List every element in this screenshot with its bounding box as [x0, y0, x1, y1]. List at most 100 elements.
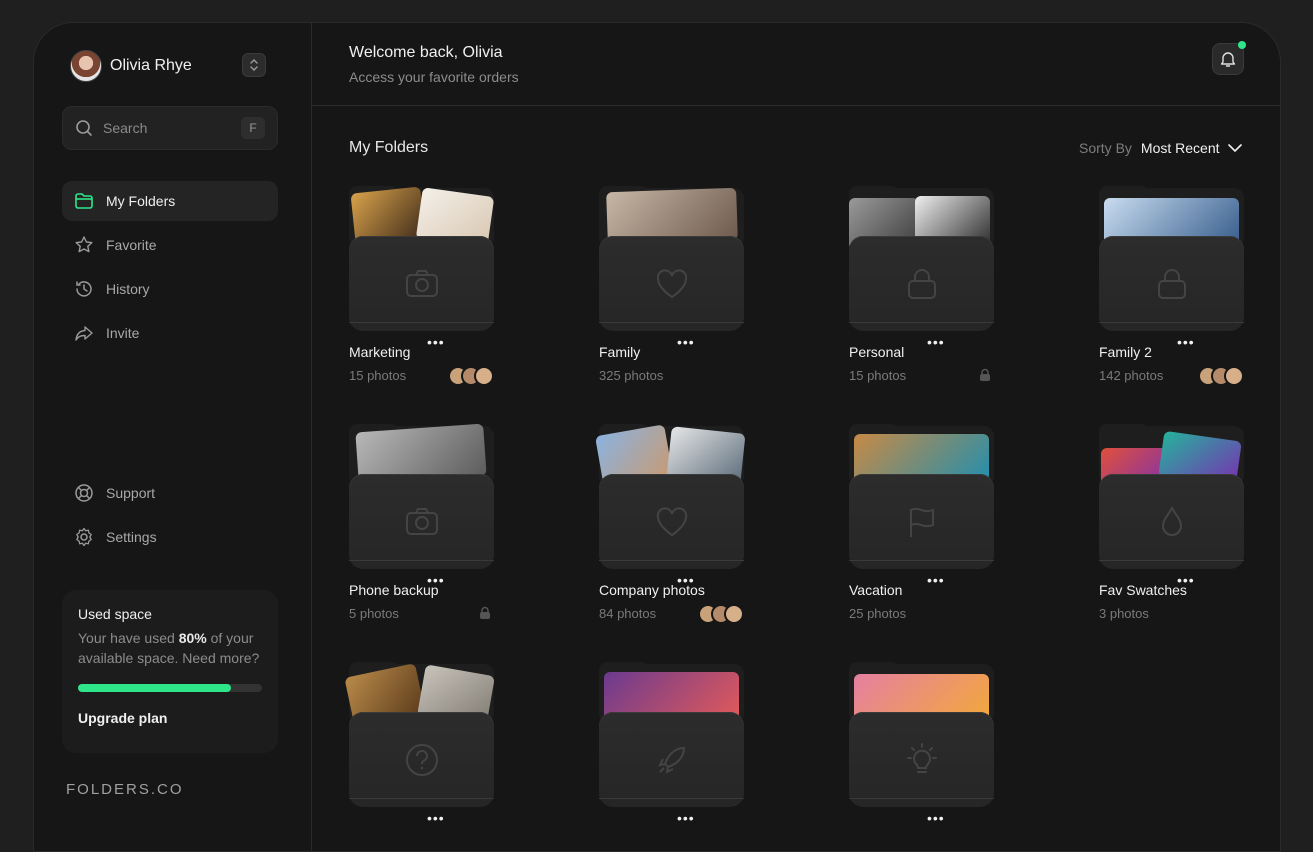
- folder-front: [599, 712, 744, 807]
- sidebar-item-label: My Folders: [106, 193, 176, 209]
- page-title: Welcome back, Olivia: [349, 44, 503, 61]
- camera-icon: [405, 269, 438, 297]
- folder-photo-count: 5 photos: [349, 606, 399, 621]
- folder-photo-count: 84 photos: [599, 606, 657, 621]
- shared-avatars: [1198, 366, 1244, 386]
- folder-photo-count: 325 photos: [599, 368, 664, 383]
- sidebar-item-label: Settings: [106, 529, 157, 545]
- search-shortcut-key: F: [241, 117, 265, 139]
- heart-icon: [656, 506, 687, 536]
- lock-icon: [980, 368, 990, 381]
- user-profile[interactable]: Olivia Rhye: [70, 50, 192, 82]
- shared-avatars: [698, 604, 744, 624]
- folder-card[interactable]: Phone backup ••• 5 photos: [349, 423, 494, 621]
- search-placeholder: Search: [103, 120, 148, 136]
- sidebar-item-label: Favorite: [106, 237, 157, 253]
- shared-avatars: [448, 366, 494, 386]
- sidebar-item-my-folders[interactable]: My Folders: [62, 181, 278, 221]
- primary-nav: My Folders Favorite History Invite: [62, 181, 278, 357]
- upgrade-plan-button[interactable]: Upgrade plan: [78, 710, 262, 726]
- sidebar-item-label: Invite: [106, 325, 140, 341]
- storage-title: Used space: [78, 606, 152, 622]
- folder-card[interactable]: •••: [849, 662, 994, 844]
- lock-icon: [480, 606, 490, 619]
- storage-percent: 80%: [178, 630, 207, 646]
- folder-photo-count: 142 photos: [1099, 368, 1164, 383]
- avatar: [1224, 366, 1244, 386]
- search-input[interactable]: Search F: [62, 106, 278, 150]
- more-options-button[interactable]: •••: [1177, 334, 1195, 350]
- storage-card: Used space Your have used 80% of your av…: [62, 590, 278, 753]
- sidebar-item-label: History: [106, 281, 150, 297]
- more-options-button[interactable]: •••: [677, 334, 695, 350]
- folder-front: [349, 236, 494, 331]
- folder-front: [1099, 474, 1244, 569]
- folder-card[interactable]: Family ••• 325 photos: [599, 186, 744, 383]
- folder-card[interactable]: Personal ••• 15 photos: [849, 186, 994, 383]
- folder-photo-count: 25 photos: [849, 606, 907, 621]
- folder-name: Phone backup: [349, 582, 439, 598]
- more-options-button[interactable]: •••: [427, 810, 445, 826]
- header: Welcome back, Olivia Access your favorit…: [312, 23, 1280, 106]
- sort-label: Sorty By: [1079, 140, 1132, 156]
- folder-card[interactable]: Family 2 ••• 142 photos: [1099, 186, 1244, 386]
- account-switcher-button[interactable]: [242, 53, 266, 77]
- history-icon: [76, 281, 92, 297]
- drop-icon: [1161, 505, 1182, 536]
- share-icon: [75, 326, 93, 341]
- section-title: My Folders: [349, 139, 429, 156]
- folder-card[interactable]: Vacation ••• 25 photos: [849, 424, 994, 621]
- folder-card[interactable]: •••: [344, 662, 495, 844]
- gear-icon: [76, 527, 92, 547]
- storage-progress-bar: [78, 684, 262, 692]
- app-window: Olivia Rhye Search F My Folders Favorite…: [33, 22, 1281, 852]
- chevron-down-icon: [1227, 144, 1242, 153]
- avatar: [724, 604, 744, 624]
- folder-card[interactable]: Marketing ••• 15 photos: [349, 186, 495, 386]
- sidebar: Olivia Rhye Search F My Folders Favorite…: [34, 23, 312, 851]
- avatar: [70, 50, 102, 82]
- lock-icon: [1157, 268, 1186, 299]
- more-options-button[interactable]: •••: [677, 572, 695, 588]
- more-options-button[interactable]: •••: [927, 334, 945, 350]
- avatar: [474, 366, 494, 386]
- folder-front: [849, 712, 994, 807]
- folder-front: [849, 236, 994, 331]
- camera-icon: [405, 507, 438, 535]
- page-subtitle: Access your favorite orders: [349, 69, 519, 85]
- folder-name: Family: [599, 344, 641, 360]
- more-options-button[interactable]: •••: [927, 572, 945, 588]
- star-icon: [75, 236, 93, 253]
- folder-name: Marketing: [349, 344, 411, 360]
- bell-icon: [1220, 52, 1236, 67]
- folder-photo-count: 15 photos: [349, 368, 407, 383]
- sidebar-item-history[interactable]: History: [62, 269, 278, 309]
- more-options-button[interactable]: •••: [427, 334, 445, 350]
- sidebar-item-support[interactable]: Support: [62, 473, 278, 513]
- folder-name: Vacation: [849, 582, 903, 598]
- sort-dropdown[interactable]: Sorty By Most Recent: [1079, 140, 1242, 156]
- more-options-button[interactable]: •••: [677, 810, 695, 826]
- folder-front: [599, 474, 744, 569]
- lifebuoy-icon: [75, 484, 93, 502]
- sidebar-item-label: Support: [106, 485, 156, 501]
- folder-photo-count: 3 photos: [1099, 606, 1149, 621]
- folder-card[interactable]: Company photos ••• 84 photos: [595, 424, 746, 624]
- secondary-nav: Support Settings: [62, 473, 278, 561]
- sidebar-item-settings[interactable]: Settings: [62, 517, 278, 557]
- sort-value: Most Recent: [1140, 140, 1220, 156]
- folder-front: [349, 712, 494, 807]
- folder-card[interactable]: •••: [599, 662, 744, 844]
- sidebar-item-invite[interactable]: Invite: [62, 313, 278, 353]
- more-options-button[interactable]: •••: [427, 572, 445, 588]
- folder-front: [1099, 236, 1244, 331]
- more-options-button[interactable]: •••: [1177, 572, 1195, 588]
- rocket-icon: [657, 746, 685, 774]
- notifications-button[interactable]: [1212, 41, 1246, 75]
- folder-front: [849, 474, 994, 569]
- folder-card[interactable]: Fav Swatches ••• 3 photos: [1099, 424, 1244, 621]
- folder-name: Fav Swatches: [1099, 582, 1187, 598]
- sidebar-item-favorite[interactable]: Favorite: [62, 225, 278, 265]
- more-options-button[interactable]: •••: [927, 810, 945, 826]
- heart-icon: [656, 268, 687, 298]
